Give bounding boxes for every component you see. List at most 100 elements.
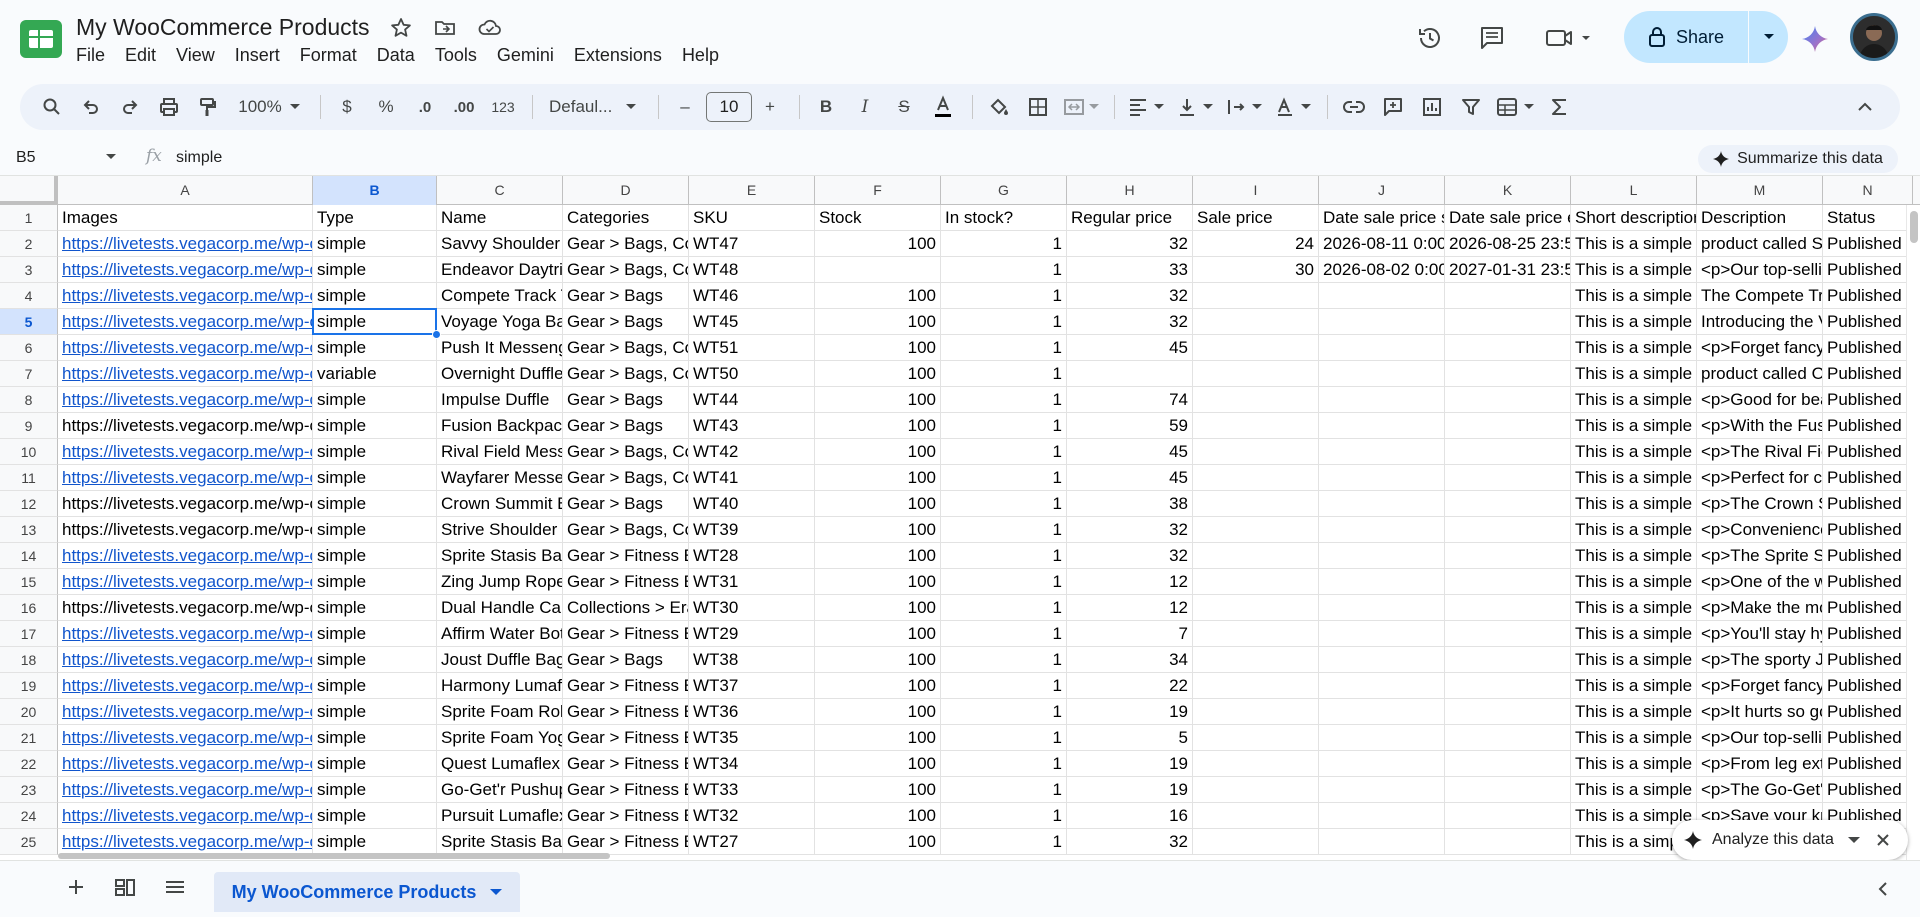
column-header-l[interactable]: L (1571, 176, 1697, 205)
cell-l[interactable]: This is a simple p (1571, 491, 1697, 517)
cell-j[interactable] (1319, 621, 1445, 647)
cell-j[interactable] (1319, 777, 1445, 803)
analyze-dropdown-icon[interactable] (1847, 836, 1860, 844)
cell-l[interactable]: This is a simple p (1571, 699, 1697, 725)
cell-k[interactable] (1445, 751, 1571, 777)
cell-a[interactable]: https://livetests.vegacorp.me/wp-c (58, 543, 313, 569)
cell-m[interactable]: <p>Our top-sellin (1697, 257, 1823, 283)
comments-icon[interactable] (1478, 24, 1506, 52)
cell-c[interactable]: Push It Messenge (437, 335, 563, 361)
row-header[interactable]: 25 (0, 829, 58, 855)
redo-icon[interactable] (112, 90, 148, 124)
cell-j[interactable] (1319, 335, 1445, 361)
cell-i[interactable] (1193, 595, 1319, 621)
cell-b[interactable]: simple (313, 387, 437, 413)
italic-button[interactable]: I (847, 90, 883, 124)
row-header[interactable]: 9 (0, 413, 58, 439)
cell-d[interactable]: Gear > Fitness E (563, 569, 689, 595)
cell-h[interactable]: 32 (1067, 517, 1193, 543)
cell-b[interactable]: simple (313, 309, 437, 335)
cell-i[interactable] (1193, 335, 1319, 361)
row-header[interactable]: 12 (0, 491, 58, 517)
cell-l[interactable]: This is a simple p (1571, 283, 1697, 309)
cell-b[interactable]: simple (313, 257, 437, 283)
cell-d[interactable]: Gear > Bags (563, 491, 689, 517)
cell-f[interactable]: 100 (815, 387, 941, 413)
analyze-data-button[interactable]: Analyze this data (1712, 831, 1834, 849)
cell-g[interactable]: 1 (941, 543, 1067, 569)
cell-e[interactable]: WT40 (689, 491, 815, 517)
cell-e[interactable]: WT34 (689, 751, 815, 777)
cell-a[interactable]: https://livetests.vegacorp.me/wp-c (58, 621, 313, 647)
cell-k[interactable] (1445, 595, 1571, 621)
column-title-cell[interactable]: Type (313, 205, 437, 231)
cell-l[interactable]: This is a simple p (1571, 231, 1697, 257)
cell-n[interactable]: Published (1823, 647, 1913, 673)
share-dropdown-button[interactable] (1749, 33, 1788, 41)
cell-h[interactable]: 32 (1067, 543, 1193, 569)
cell-i[interactable] (1193, 673, 1319, 699)
cell-f[interactable]: 100 (815, 595, 941, 621)
cell-a[interactable]: https://livetests.vegacorp.me/wp-c (58, 673, 313, 699)
cell-e[interactable]: WT39 (689, 517, 815, 543)
cell-h[interactable]: 74 (1067, 387, 1193, 413)
cell-h[interactable]: 38 (1067, 491, 1193, 517)
cell-h[interactable]: 45 (1067, 465, 1193, 491)
cell-m[interactable]: Introducing the V (1697, 309, 1823, 335)
column-header-h[interactable]: H (1067, 176, 1193, 205)
cell-i[interactable] (1193, 569, 1319, 595)
cell-h[interactable]: 32 (1067, 231, 1193, 257)
cell-i[interactable]: 24 (1193, 231, 1319, 257)
cell-k[interactable] (1445, 621, 1571, 647)
cell-j[interactable] (1319, 595, 1445, 621)
cell-c[interactable]: Joust Duffle Bag (437, 647, 563, 673)
cell-b[interactable]: variable (313, 361, 437, 387)
cell-g[interactable]: 1 (941, 647, 1067, 673)
cell-m[interactable]: <p>With the Fus (1697, 413, 1823, 439)
cell-n[interactable]: Published (1823, 751, 1913, 777)
cell-b[interactable]: simple (313, 673, 437, 699)
borders-icon[interactable] (1020, 90, 1056, 124)
cell-d[interactable]: Gear > Fitness E (563, 777, 689, 803)
menu-gemini[interactable]: Gemini (497, 45, 554, 66)
cell-j[interactable] (1319, 361, 1445, 387)
column-title-cell[interactable]: Date sale price s (1319, 205, 1445, 231)
cell-i[interactable] (1193, 777, 1319, 803)
cell-a[interactable]: https://livetests.vegacorp.me/wp-c (58, 439, 313, 465)
cell-a[interactable]: https://livetests.vegacorp.me/wp-c (58, 309, 313, 335)
cell-d[interactable]: Gear > Bags, Co (563, 517, 689, 543)
star-icon[interactable] (389, 16, 413, 40)
cell-h[interactable]: 59 (1067, 413, 1193, 439)
cell-j[interactable] (1319, 439, 1445, 465)
column-header-e[interactable]: E (689, 176, 815, 205)
cell-b[interactable]: simple (313, 335, 437, 361)
cell-c[interactable]: Sprite Foam Yoga (437, 725, 563, 751)
cell-e[interactable]: WT44 (689, 387, 815, 413)
bold-button[interactable]: B (808, 90, 844, 124)
cell-l[interactable]: This is a simple p (1571, 595, 1697, 621)
column-header-d[interactable]: D (563, 176, 689, 205)
row-header[interactable]: 18 (0, 647, 58, 673)
cell-k[interactable] (1445, 309, 1571, 335)
zoom-select[interactable]: 100% (229, 90, 309, 124)
cell-i[interactable]: 30 (1193, 257, 1319, 283)
decrease-decimal-button[interactable]: .0 (407, 90, 443, 124)
cell-a[interactable]: https://livetests.vegacorp.me/wp-c (58, 413, 313, 439)
cell-k[interactable] (1445, 335, 1571, 361)
cell-d[interactable]: Gear > Bags (563, 309, 689, 335)
cell-l[interactable]: This is a simple p (1571, 647, 1697, 673)
row-header[interactable]: 11 (0, 465, 58, 491)
cell-l[interactable]: This is a simple p (1571, 439, 1697, 465)
cell-c[interactable]: Dual Handle Card (437, 595, 563, 621)
select-all-corner[interactable] (0, 176, 58, 205)
cell-i[interactable] (1193, 543, 1319, 569)
cell-c[interactable]: Sprite Stasis Ball (437, 543, 563, 569)
cell-m[interactable]: <p>Our top-sellin (1697, 725, 1823, 751)
menu-edit[interactable]: Edit (125, 45, 156, 66)
cell-d[interactable]: Gear > Fitness E (563, 751, 689, 777)
font-size-input[interactable]: 10 (706, 92, 752, 122)
cell-b[interactable]: simple (313, 231, 437, 257)
cell-c[interactable]: Impulse Duffle (437, 387, 563, 413)
cell-e[interactable]: WT42 (689, 439, 815, 465)
cell-j[interactable] (1319, 725, 1445, 751)
